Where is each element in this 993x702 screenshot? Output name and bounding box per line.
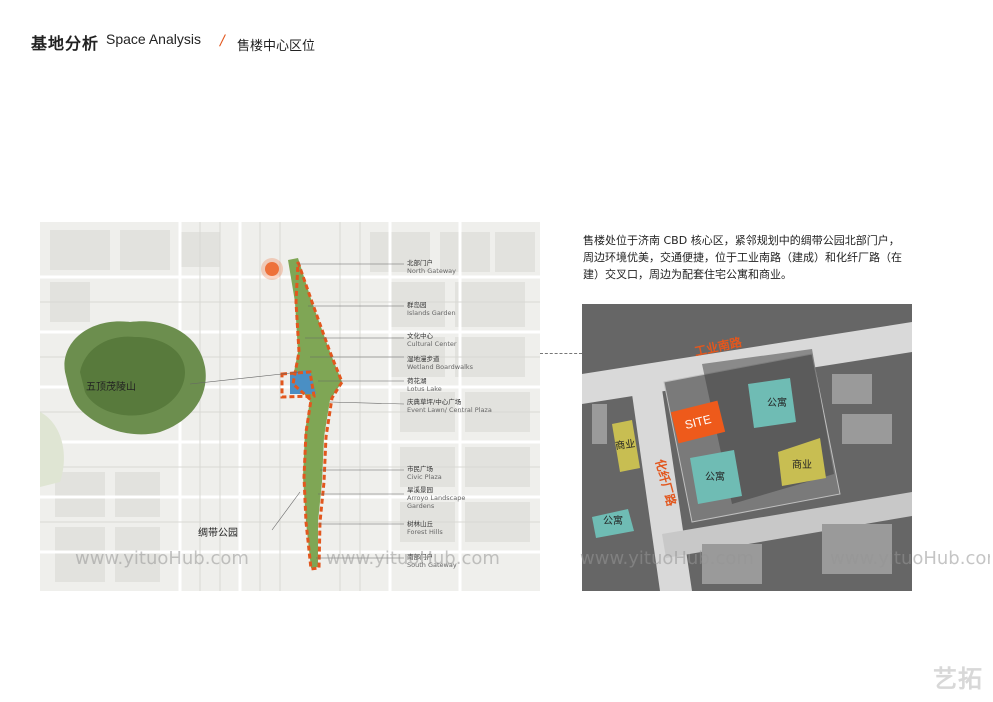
apartment-label: 公寓 (767, 398, 787, 409)
legend-item: 文化中心 Cultural Center (407, 332, 457, 348)
watermark-url: www.yituoHub.com (326, 548, 500, 569)
park-label: 绸带公园 (198, 528, 238, 539)
watermark-logo: 艺拓 (933, 665, 983, 693)
page-subtitle: 售楼中心区位 (237, 39, 316, 54)
legend-item: 庆典草坪/中心广场 Event Lawn/ Central Plaza (407, 398, 492, 414)
commercial-label: 商业 (792, 460, 812, 471)
legend-item: 湿地漫步道 Wetland Boardwalks (407, 355, 474, 371)
page-title-en: Space Analysis (106, 31, 201, 47)
mountain-label: 五顶茂陵山 (86, 382, 136, 393)
apartment-label: 公寓 (705, 472, 725, 483)
legend-item: 树林山丘 Forest Hills (407, 520, 443, 536)
title-separator: / (220, 33, 225, 49)
connector-line (540, 353, 582, 354)
watermark-url: www.yituoHub.com (580, 548, 754, 569)
page-title: 基地分析 (31, 34, 100, 53)
site-description: 售楼处位于济南 CBD 核心区，紧邻规划中的绸带公园北部门户， 周边环境优美，交… (583, 234, 902, 281)
master-plan-map: 五顶茂陵山 绸带公园 北部门户 North Gateway 群岛园 Islands … (40, 222, 540, 591)
legend-item: 市民广场 Civic Plaza (407, 465, 442, 481)
watermark-url: www.yituoHub.com (75, 548, 249, 569)
legend-item: 北部门户 North Gateway (407, 259, 456, 275)
apartment-label: 公寓 (603, 516, 623, 527)
legend-item: 旱溪景园 Arroyo Landscape Gardens (407, 486, 466, 510)
legend-item: 群岛园 Islands Garden (407, 301, 456, 317)
legend-item: 荷花湖 Lotus Lake (407, 377, 442, 393)
watermark-url: www.yituoHub.com (830, 548, 990, 569)
